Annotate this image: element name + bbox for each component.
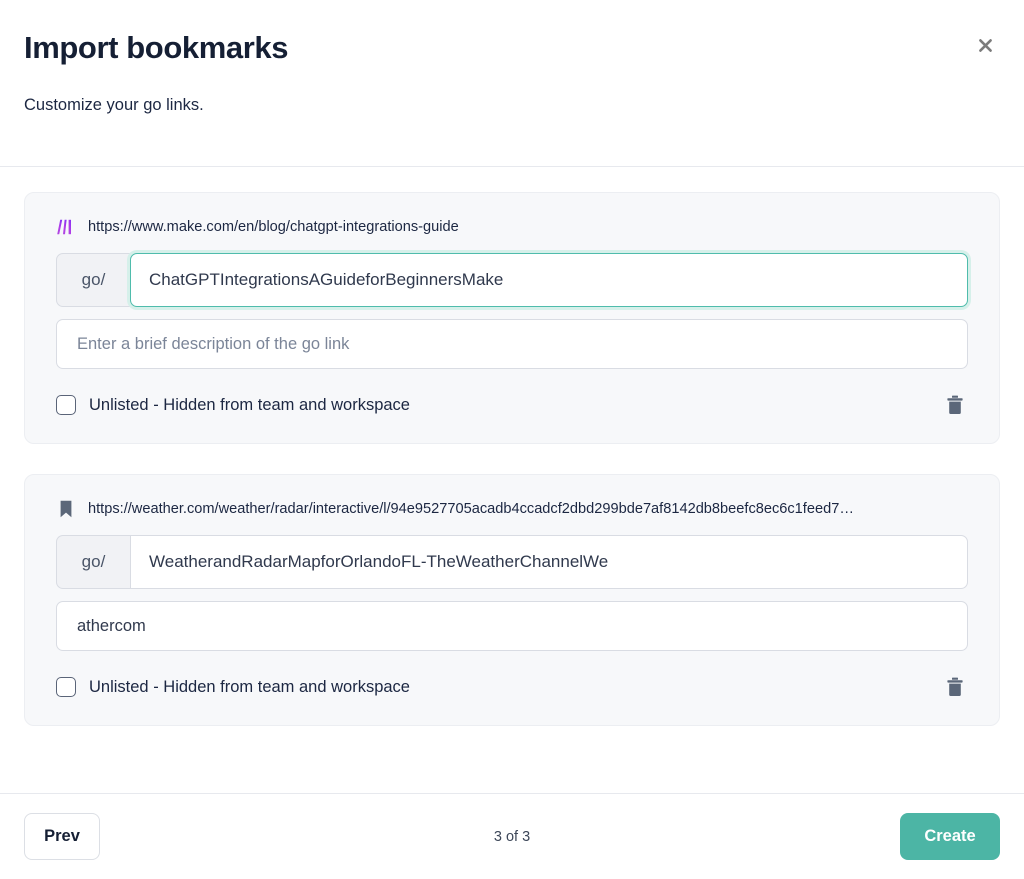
unlisted-label: Unlisted - Hidden from team and workspac… — [89, 396, 410, 414]
bookmark-url: https://weather.com/weather/radar/intera… — [88, 501, 854, 517]
delete-bookmark-button[interactable] — [942, 391, 968, 419]
go-link-description-input[interactable] — [56, 601, 968, 651]
bookmark-card-footer: Unlisted - Hidden from team and workspac… — [56, 667, 968, 701]
trash-icon — [947, 395, 963, 414]
trash-icon — [947, 677, 963, 696]
make-logo-glyph — [57, 219, 71, 235]
unlisted-checkbox[interactable] — [56, 395, 76, 415]
go-link-slug-input[interactable] — [130, 535, 968, 589]
go-link-description-input[interactable] — [56, 319, 968, 369]
bookmark-card: https://www.make.com/en/blog/chatgpt-int… — [24, 192, 1000, 444]
close-icon-glyph — [978, 38, 992, 52]
unlisted-checkbox[interactable] — [56, 677, 76, 697]
page-indicator: 3 of 3 — [493, 828, 531, 845]
create-button[interactable]: Create — [900, 813, 1000, 860]
bookmark-icon — [56, 499, 76, 519]
modal-subtitle: Customize your go links. — [24, 96, 204, 114]
unlisted-checkbox-row[interactable]: Unlisted - Hidden from team and workspac… — [56, 677, 410, 697]
bookmark-list: https://www.make.com/en/blog/chatgpt-int… — [0, 167, 1024, 793]
make-logo-icon — [56, 217, 76, 237]
bookmark-url: https://www.make.com/en/blog/chatgpt-int… — [88, 219, 459, 235]
modal-header: Import bookmarks Customize your go links… — [0, 0, 1024, 167]
modal-footer: Prev 3 of 3 Create — [0, 793, 1024, 879]
bookmark-url-row: https://www.make.com/en/blog/chatgpt-int… — [56, 217, 968, 237]
import-bookmarks-modal: Import bookmarks Customize your go links… — [0, 0, 1024, 879]
bookmark-card-footer: Unlisted - Hidden from team and workspac… — [56, 385, 968, 419]
delete-bookmark-button[interactable] — [942, 673, 968, 701]
unlisted-checkbox-row[interactable]: Unlisted - Hidden from team and workspac… — [56, 395, 410, 415]
page-title: Import bookmarks — [24, 30, 289, 65]
go-prefix-label: go/ — [56, 253, 130, 307]
unlisted-label: Unlisted - Hidden from team and workspac… — [89, 678, 410, 696]
bookmark-url-row: https://weather.com/weather/radar/intera… — [56, 499, 968, 519]
close-icon[interactable] — [970, 30, 1000, 60]
go-link-slug-row: go/ — [56, 253, 968, 307]
go-link-slug-row: go/ — [56, 535, 968, 589]
bookmark-card: https://weather.com/weather/radar/intera… — [24, 474, 1000, 726]
go-prefix-label: go/ — [56, 535, 130, 589]
go-link-slug-input[interactable] — [130, 253, 968, 307]
bookmark-icon-glyph — [60, 500, 72, 518]
prev-button[interactable]: Prev — [24, 813, 100, 860]
